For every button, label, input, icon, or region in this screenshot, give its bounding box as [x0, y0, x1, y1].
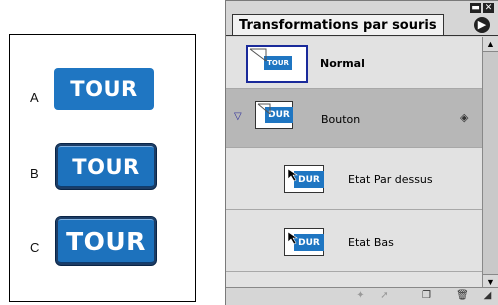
- normal-label: Normal: [320, 57, 365, 70]
- close-icon[interactable]: ✕: [483, 3, 494, 13]
- cursor-icon: [287, 168, 298, 182]
- list-item-down-state[interactable]: DUR Etat Bas: [226, 210, 482, 272]
- normal-thumbnail: TOUR: [246, 45, 308, 83]
- row-label-b: B: [30, 166, 39, 181]
- down-state-label: Etat Bas: [348, 236, 394, 249]
- minimize-icon[interactable]: ▬: [470, 3, 481, 13]
- over-state-thumbnail: DUR: [284, 165, 324, 193]
- new-layer-icon[interactable]: ❐: [420, 290, 433, 302]
- over-state-label: Etat Par dessus: [348, 173, 433, 186]
- button-states-figure: A TOUR B TOUR C TOUR: [9, 34, 196, 302]
- tour-button-normal: TOUR: [54, 68, 154, 110]
- list-item-over-state[interactable]: DUR Etat Par dessus: [226, 148, 482, 210]
- transparency-corner-icon: [257, 103, 271, 115]
- down-state-thumbnail: DUR: [284, 228, 324, 256]
- bouton-label: Bouton: [321, 113, 361, 126]
- layer-stack-icon: ◈: [460, 112, 469, 124]
- cursor-add-icon[interactable]: ➚: [378, 290, 391, 302]
- row-label-a: A: [30, 90, 39, 105]
- window-controls: ▬ ✕: [470, 3, 494, 13]
- new-state-icon[interactable]: ✦: [354, 290, 367, 302]
- trash-icon[interactable]: 🗑: [456, 290, 469, 302]
- rollover-panel: ▬ ✕ Transformations par souris ▶ TOUR No…: [225, 0, 498, 305]
- cursor-icon: [287, 231, 298, 245]
- row-label-c: C: [30, 240, 40, 255]
- list-item-normal[interactable]: TOUR Normal: [226, 37, 482, 89]
- bouton-thumbnail: DUR: [255, 101, 293, 129]
- tour-button-over: TOUR: [55, 143, 157, 190]
- resize-grip-icon[interactable]: ◢: [481, 290, 494, 302]
- tab-rollover[interactable]: Transformations par souris: [232, 14, 444, 36]
- panel-menu-arrow-icon[interactable]: ▶: [474, 17, 490, 33]
- transparency-corner-icon: [249, 48, 267, 62]
- states-list: TOUR Normal ▽ DUR Bouton ◈ DUR Etat Par …: [226, 37, 482, 289]
- expand-triangle-icon[interactable]: ▽: [234, 111, 242, 122]
- tab-divider: [226, 35, 498, 36]
- panel-bottom-bar: ✦ ➚ ❐ 🗑 ◢: [226, 287, 498, 305]
- tour-button-down: TOUR: [55, 216, 157, 266]
- list-item-bouton[interactable]: ▽ DUR Bouton ◈: [226, 89, 482, 148]
- vertical-scrollbar[interactable]: ▲ ▼: [482, 37, 498, 289]
- scroll-up-arrow-icon[interactable]: ▲: [483, 37, 498, 52]
